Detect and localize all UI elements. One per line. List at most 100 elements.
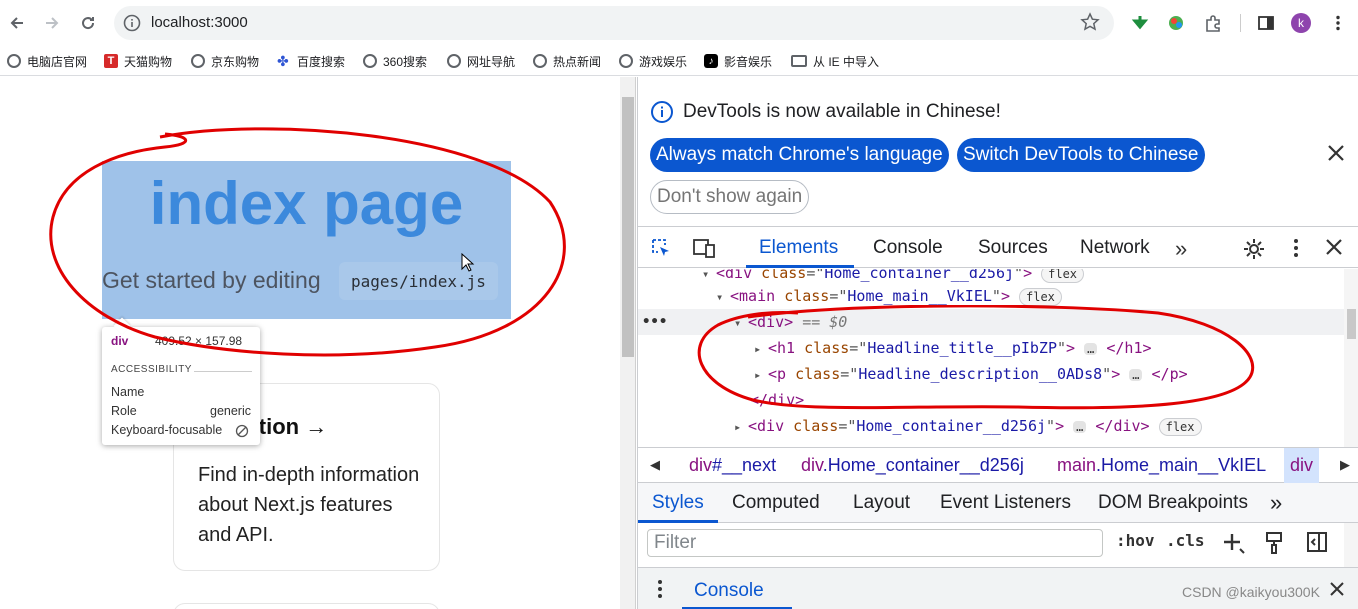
bookmark-label: 网址导航 [467,54,516,69]
bookmark-item[interactable]: 游戏娱乐 [619,52,687,70]
device-toolbar-icon[interactable] [692,237,716,264]
close-drawer-icon[interactable] [1328,580,1346,603]
drawer-menu-icon[interactable] [656,578,664,605]
active-tab-indicator [746,265,854,268]
dom-node[interactable]: ▾ <main class="Home_main__VkIEL"> flex [716,283,1062,309]
dom-node-selected[interactable]: ▾ <div> == $0 [734,309,847,335]
expand-triangle-icon[interactable]: ▸ [754,336,768,362]
bookmark-item[interactable]: ✤ 百度搜索 [277,52,345,70]
address-bar[interactable]: localhost:3000 [114,6,1114,40]
flex-badge[interactable]: flex [1019,287,1062,306]
styles-scrollbar[interactable] [1344,523,1358,567]
bookmark-item[interactable]: 热点新闻 [533,52,601,70]
colorful-extension-icon[interactable] [1165,12,1187,34]
inspect-element-icon[interactable] [650,237,672,264]
tab-event-listeners[interactable]: Event Listeners [940,492,1071,514]
folder-icon [791,55,807,67]
download-extension-icon[interactable] [1129,12,1151,34]
breadcrumb-item[interactable]: main.Home_main__VkIEL [1057,455,1266,476]
breadcrumb-item[interactable]: div#__next [689,455,776,476]
collapsed-content-icon[interactable]: … [1073,420,1087,433]
tab-network[interactable]: Network [1080,237,1150,259]
bookmark-label: 游戏娱乐 [639,54,688,69]
tab-console[interactable]: Console [873,237,943,259]
dom-node[interactable]: ▸ <p class="Headline_description__0ADs8">… [754,361,1188,387]
tooltip-divider [194,371,252,372]
hover-state-toggle[interactable]: :hov [1116,531,1155,550]
next-card[interactable] [173,603,440,609]
close-devtools-icon[interactable] [1324,237,1344,262]
bookmark-label: 天猫购物 [124,54,173,69]
page-viewport: index page Get started by editing pages/… [0,77,620,609]
reload-button[interactable] [77,12,99,34]
devtools-menu-icon[interactable] [1286,237,1306,264]
bookmark-item[interactable]: 从 IE 中导入 [791,52,879,70]
dom-tree-scrollbar-thumb[interactable] [1347,309,1356,339]
breadcrumb-item-selected[interactable]: div [1284,448,1320,483]
bookmark-label: 360搜索 [383,54,428,69]
collapse-triangle-icon[interactable]: ▾ [702,269,716,287]
bookmark-item[interactable]: 网址导航 [447,52,515,70]
tab-computed[interactable]: Computed [732,492,820,514]
settings-gear-icon[interactable] [1242,237,1266,266]
bookmark-item[interactable]: 京东购物 [191,52,259,70]
tab-dom-breakpoints[interactable]: DOM Breakpoints [1098,492,1248,514]
devtools-panel: DevTools is now available in Chinese! Al… [637,77,1358,609]
tab-sources[interactable]: Sources [978,237,1048,259]
tab-styles[interactable]: Styles [652,492,704,514]
tab-elements[interactable]: Elements [759,237,838,259]
bookmark-label: 热点新闻 [553,54,602,69]
flex-badge[interactable]: flex [1158,417,1202,436]
bookmark-item[interactable]: T 天猫购物 [104,52,172,70]
toolbar-divider [1240,14,1241,32]
drawer-tab-console[interactable]: Console [694,580,764,602]
dom-node[interactable]: ▸ <h1 class="Headline_title__pIbZP"> … </… [754,335,1152,361]
close-icon[interactable] [1326,143,1346,168]
page-scrollbar[interactable] [620,77,636,609]
bookmark-item[interactable]: 360搜索 [363,52,427,70]
breadcrumb-item[interactable]: div.Home_container__d256j [801,455,1024,476]
tab-layout[interactable]: Layout [853,492,910,514]
profile-avatar[interactable]: k [1291,13,1311,33]
class-toggle[interactable]: .cls [1166,531,1205,550]
always-match-language-button[interactable]: Always match Chrome's language [650,138,949,172]
tooltip-row-value: generic [210,404,251,418]
page-scrollbar-thumb[interactable] [622,97,634,357]
bookmark-star-icon[interactable] [1080,12,1100,37]
breadcrumb-scroll-left-icon[interactable]: ◀ [650,457,660,473]
dont-show-again-button[interactable]: Don't show again [650,180,810,214]
url-text[interactable]: localhost:3000 [151,14,248,31]
dom-node[interactable]: ▸ <div class="Home_container__d256j"> … <… [734,413,1202,439]
paint-roller-icon[interactable] [1264,531,1286,560]
breadcrumb-scroll-right-icon[interactable]: ▶ [1340,457,1350,473]
expand-triangle-icon[interactable]: ▸ [734,414,748,440]
bookmark-item[interactable]: ♪ 影音娱乐 [704,52,772,70]
extensions-puzzle-icon[interactable] [1202,12,1224,34]
add-rule-plus-icon[interactable] [1222,531,1246,560]
back-button[interactable] [6,12,28,34]
collapsed-content-icon[interactable]: … [1129,368,1143,381]
more-subtabs-chevron-icon[interactable]: » [1270,490,1282,516]
flex-badge[interactable]: flex [1041,269,1085,283]
more-tabs-chevron-icon[interactable]: » [1175,236,1187,262]
collapse-triangle-icon[interactable]: ▾ [716,284,730,310]
node-actions-ellipsis-icon[interactable]: ••• [642,309,667,335]
tooltip-row-label: Name [111,385,145,399]
switch-to-chinese-button[interactable]: Switch DevTools to Chinese [957,138,1205,172]
toggle-sidebar-icon[interactable] [1306,531,1328,558]
styles-filter-input[interactable]: Filter [647,529,1103,557]
side-panel-icon[interactable] [1255,12,1277,34]
language-infobar: DevTools is now available in Chinese! Al… [638,77,1358,227]
browser-menu-icon[interactable] [1327,12,1349,34]
dom-node-close[interactable]: </div> [750,387,804,413]
collapsed-content-icon[interactable]: … [1084,342,1098,355]
infobar-message: DevTools is now available in Chinese! [683,101,1001,122]
globe-icon [191,54,205,68]
collapse-triangle-icon[interactable]: ▾ [734,310,748,336]
dom-tree-scrollbar[interactable] [1344,269,1358,447]
forward-button[interactable] [41,12,63,34]
bookmarks-bar: 电脑店官网 T 天猫购物 京东购物 ✤ 百度搜索 360搜索 网址导航 热点新闻 游… [0,46,1358,76]
expand-triangle-icon[interactable]: ▸ [754,362,768,388]
site-info-icon[interactable] [122,13,142,38]
bookmark-item[interactable]: 电脑店官网 [7,52,87,70]
